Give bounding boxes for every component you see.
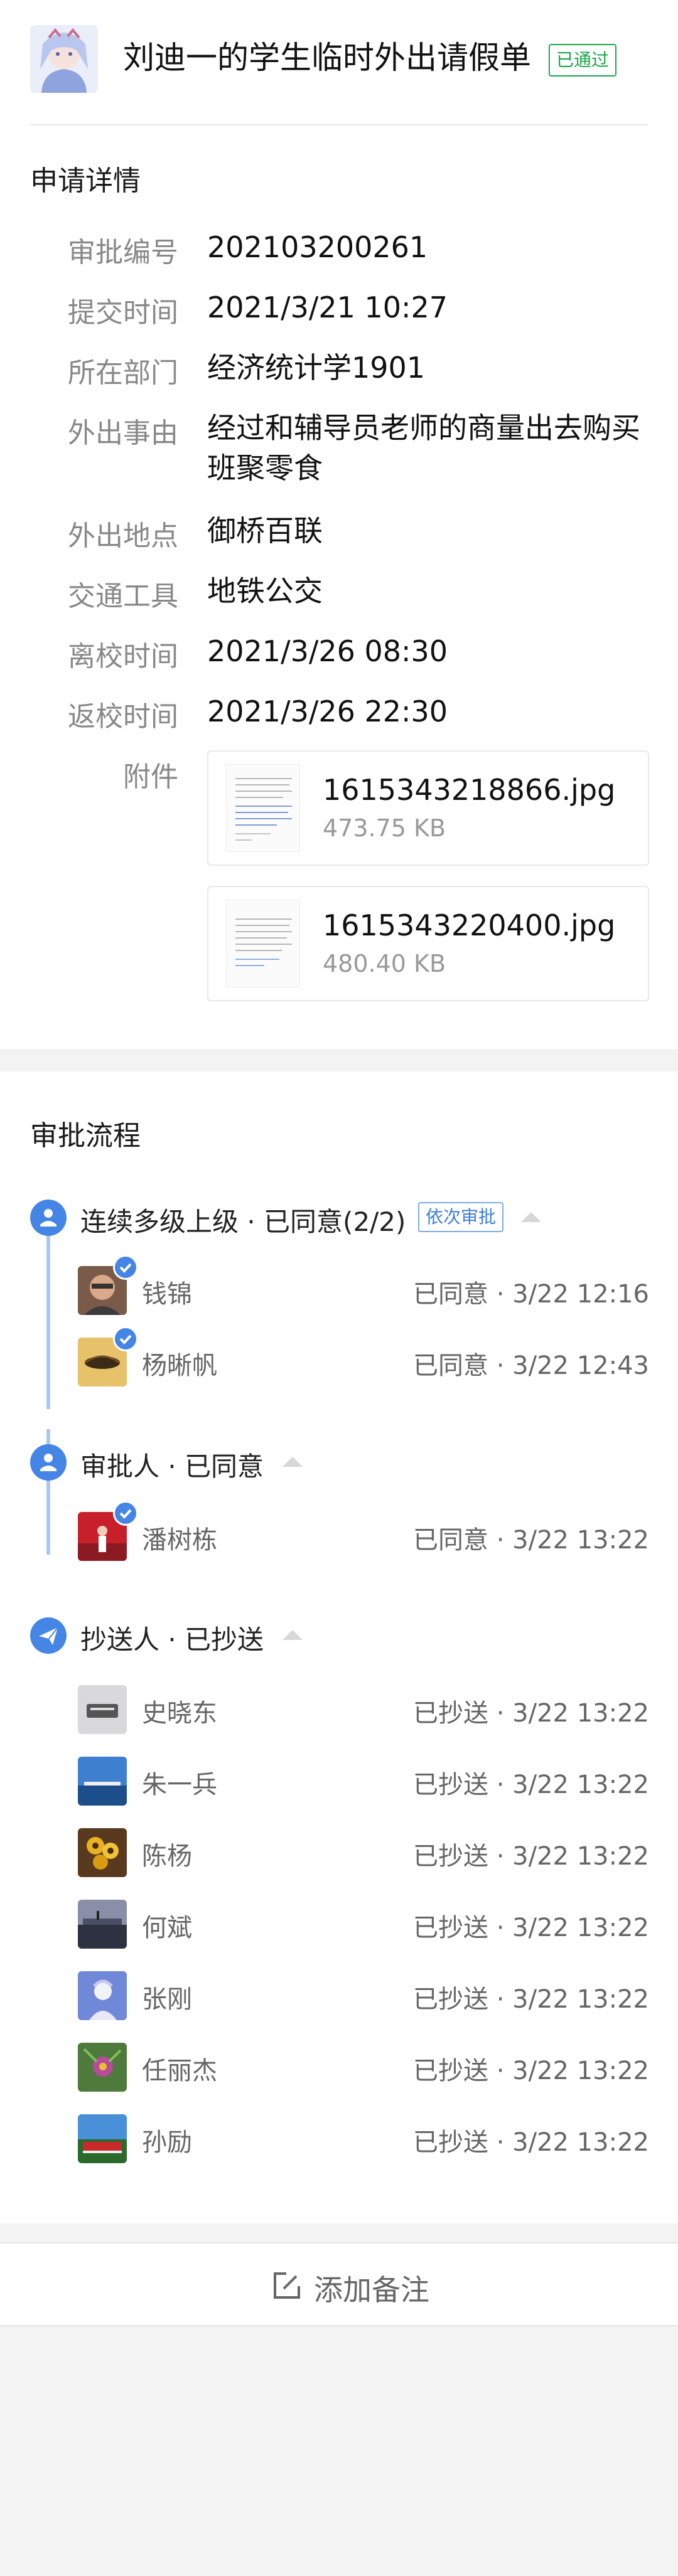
person-status: 已同意 · 3/22 12:16 — [413, 1280, 649, 1309]
details-card: 刘迪一的学生临时外出请假单 已通过 申请详情 审批编号 202103200261… — [0, 0, 678, 1049]
row-label-department: 所在部门 — [68, 357, 178, 389]
person-status: 已抄送 · 3/22 13:22 — [413, 2128, 649, 2157]
person-status: 已抄送 · 3/22 13:22 — [413, 1699, 649, 1728]
add-note-label: 添加备注 — [314, 2273, 429, 2307]
person-name: 何斌 — [142, 1913, 192, 1942]
cc-row: 史晓东 已抄送 · 3/22 13:22 — [78, 1685, 649, 1735]
row-label-approval-no: 审批编号 — [68, 237, 178, 269]
add-note-button[interactable]: 添加备注 — [270, 2262, 458, 2310]
cc-row: 孙励 已抄送 · 3/22 13:22 — [78, 2114, 649, 2164]
row-label-attachments: 附件 — [123, 761, 178, 793]
row-value-department: 经济统计学1901 — [207, 351, 426, 385]
person-status: 已同意 · 3/22 13:22 — [413, 1526, 649, 1555]
avatar — [78, 1685, 127, 1734]
person-name: 张刚 — [142, 1985, 192, 2014]
row-label-reason: 外出事由 — [68, 417, 178, 449]
row-label-transport: 交通工具 — [68, 580, 178, 612]
approver-row: 杨晰帆 已同意 · 3/22 12:43 — [78, 1326, 649, 1388]
person-name: 史晓东 — [142, 1699, 217, 1728]
avatar — [78, 1900, 127, 1949]
person-name: 杨晰帆 — [142, 1351, 217, 1380]
send-icon — [30, 1617, 67, 1654]
row-value-approval-no: 202103200261 — [207, 230, 428, 264]
check-icon — [113, 1501, 138, 1526]
collapse-caret-icon[interactable] — [282, 1630, 303, 1640]
person-name: 陈杨 — [142, 1842, 192, 1871]
collapse-caret-icon[interactable] — [521, 1212, 541, 1222]
avatar — [78, 2114, 127, 2163]
user-icon — [30, 1200, 67, 1236]
attachment-thumbnail — [226, 900, 300, 987]
row-value-transport: 地铁公交 — [207, 574, 323, 608]
approval-page: 刘迪一的学生临时外出请假单 已通过 申请详情 审批编号 202103200261… — [0, 0, 678, 2576]
person-name: 潘树栋 — [142, 1526, 217, 1555]
person-status: 已抄送 · 3/22 13:22 — [413, 1842, 649, 1871]
person-name: 朱一兵 — [142, 1770, 217, 1799]
person-status: 已抄送 · 3/22 13:22 — [413, 2057, 649, 2085]
cc-row: 任丽杰 已抄送 · 3/22 13:22 — [78, 2043, 649, 2093]
user-icon — [30, 1444, 67, 1481]
row-label-leave-time: 离校时间 — [68, 641, 178, 673]
row-label-location: 外出地点 — [68, 520, 178, 552]
person-status: 已抄送 · 3/22 13:22 — [413, 1985, 649, 2014]
flow-node-cc: 抄送人 · 已抄送 — [80, 1624, 264, 1655]
cc-row: 朱一兵 已抄送 · 3/22 13:22 — [78, 1757, 649, 1807]
status-badge: 已通过 — [549, 44, 617, 77]
flow-section-title: 审批流程 — [30, 1120, 141, 1152]
person-status: 已抄送 · 3/22 13:22 — [413, 1770, 649, 1799]
edit-note-icon — [270, 2270, 303, 2302]
header: 刘迪一的学生临时外出请假单 已通过 — [30, 25, 648, 125]
check-icon — [113, 1326, 138, 1351]
attachment-thumbnail — [226, 764, 300, 852]
attachment-size: 473.75 KB — [323, 814, 446, 842]
row-label-return-time: 返校时间 — [68, 701, 178, 733]
cc-row: 何斌 已抄送 · 3/22 13:22 — [78, 1900, 649, 1950]
approver-row: 潘树栋 已同意 · 3/22 13:22 — [78, 1501, 649, 1562]
flow-node-approver: 审批人 · 已同意 — [80, 1451, 264, 1482]
row-value-submit-time: 2021/3/21 10:27 — [207, 290, 448, 324]
approver-row: 钱锦 已同意 · 3/22 12:16 — [78, 1255, 649, 1316]
cc-row: 张刚 已抄送 · 3/22 13:22 — [78, 1971, 649, 2021]
sequential-approval-tag: 依次审批 — [418, 1202, 504, 1232]
person-status: 已同意 · 3/22 12:43 — [413, 1351, 649, 1380]
cc-row: 陈杨 已抄送 · 3/22 13:22 — [78, 1828, 649, 1878]
person-status: 已抄送 · 3/22 13:22 — [413, 1913, 649, 1942]
row-value-location: 御桥百联 — [207, 514, 323, 548]
row-label-submit-time: 提交时间 — [68, 297, 178, 329]
page-title: 刘迪一的学生临时外出请假单 — [123, 40, 531, 76]
avatar — [78, 1757, 127, 1806]
details-section-title: 申请详情 — [30, 165, 141, 197]
avatar — [78, 1971, 127, 2020]
person-name: 孙励 — [142, 2128, 192, 2157]
timeline-line — [46, 1226, 50, 1409]
row-value-return-time: 2021/3/26 22:30 — [207, 695, 448, 728]
attachment-size: 480.40 KB — [323, 950, 446, 977]
add-note-bar: 添加备注 — [0, 2242, 678, 2326]
attachment-item[interactable]: 1615343220400.jpg 480.40 KB — [207, 886, 649, 1001]
flow-card: 审批流程 连续多级上级 · 已同意(2/2) 依次审批 钱锦 已同意 · 3/2… — [0, 1072, 678, 2223]
row-value-reason: 经过和辅导员老师的商量出去购买班聚零食 — [207, 411, 640, 485]
attachment-name: 1615343220400.jpg — [323, 908, 616, 942]
avatar — [78, 2043, 127, 2092]
check-icon — [113, 1255, 138, 1280]
flow-node-supervisors: 连续多级上级 · 已同意(2/2) — [80, 1206, 406, 1237]
person-name: 任丽杰 — [142, 2057, 217, 2085]
applicant-avatar — [30, 25, 98, 93]
attachment-name: 1615343218866.jpg — [323, 773, 616, 807]
person-name: 钱锦 — [142, 1280, 192, 1309]
collapse-caret-icon[interactable] — [282, 1457, 303, 1467]
avatar — [78, 1828, 127, 1877]
attachment-item[interactable]: 1615343218866.jpg 473.75 KB — [207, 750, 649, 866]
row-value-leave-time: 2021/3/26 08:30 — [207, 634, 448, 668]
